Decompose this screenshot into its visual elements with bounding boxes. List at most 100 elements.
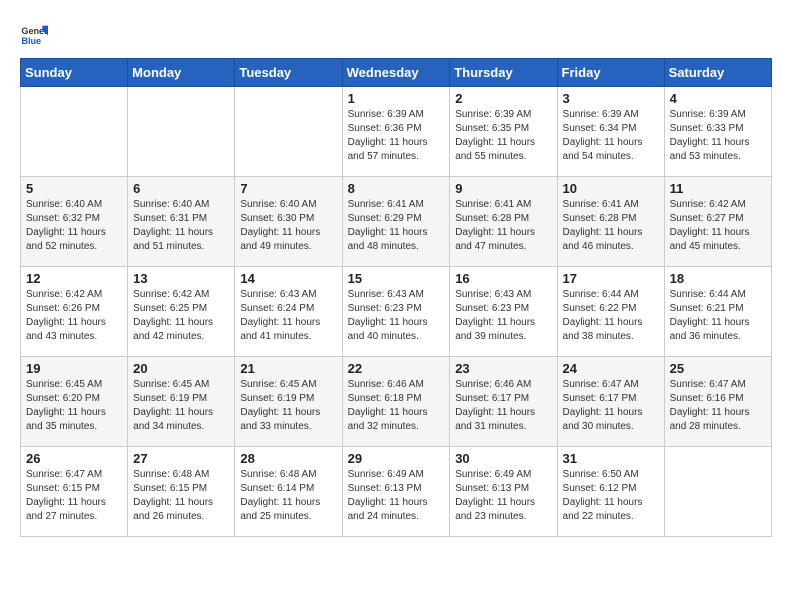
calendar-cell-25: 25Sunrise: 6:47 AM Sunset: 6:16 PM Dayli… — [664, 357, 771, 447]
day-number: 6 — [133, 181, 229, 196]
day-number: 30 — [455, 451, 551, 466]
svg-text:Blue: Blue — [21, 36, 41, 46]
day-number: 24 — [563, 361, 659, 376]
day-info: Sunrise: 6:47 AM Sunset: 6:15 PM Dayligh… — [26, 468, 122, 524]
day-number: 25 — [670, 361, 766, 376]
calendar-header-sunday: Sunday — [21, 59, 128, 87]
calendar-cell-30: 30Sunrise: 6:49 AM Sunset: 6:13 PM Dayli… — [450, 447, 557, 537]
calendar-cell-empty — [235, 87, 342, 177]
calendar-cell-16: 16 Sunrise: 6:43 AM Sunset: 6:23 PM Dayli… — [450, 267, 557, 357]
page-header: General Blue — [20, 20, 772, 48]
day-number: 10 — [563, 181, 659, 196]
day-info: Sunrise: 6:44 AM Sunset: 6:22 PM Dayligh… — [563, 288, 659, 344]
day-number: 19 — [26, 361, 122, 376]
day-info: Sunrise: 6:43 AM Sunset: 6:23 PM Dayligh… — [455, 288, 551, 344]
calendar-cell-7: 7 Sunrise: 6:40 AM Sunset: 6:30 PM Daylig… — [235, 177, 342, 267]
calendar-cell-27: 27 Sunrise: 6:48 AM Sunset: 6:15 PM Dayli… — [128, 447, 235, 537]
day-info: Sunrise: 6:47 AM Sunset: 6:17 PM Dayligh… — [563, 378, 659, 434]
calendar-cell-10: 10Sunrise: 6:41 AM Sunset: 6:28 PM Dayli… — [557, 177, 664, 267]
day-info: Sunrise: 6:42 AM Sunset: 6:27 PM Dayligh… — [670, 198, 766, 254]
calendar-cell-11: 11 Sunrise: 6:42 AM Sunset: 6:27 PM Dayli… — [664, 177, 771, 267]
calendar-cell-4: 4 Sunrise: 6:39 AM Sunset: 6:33 PM Daylig… — [664, 87, 771, 177]
day-number: 27 — [133, 451, 229, 466]
calendar-cell-23: 23Sunrise: 6:46 AM Sunset: 6:17 PM Dayli… — [450, 357, 557, 447]
calendar-cell-9: 9 Sunrise: 6:41 AM Sunset: 6:28 PM Daylig… — [450, 177, 557, 267]
day-number: 11 — [670, 181, 766, 196]
day-info: Sunrise: 6:39 AM Sunset: 6:35 PM Dayligh… — [455, 108, 551, 164]
day-number: 16 — [455, 271, 551, 286]
calendar-cell-5: 5Sunrise: 6:40 AM Sunset: 6:32 PM Daylig… — [21, 177, 128, 267]
day-info: Sunrise: 6:48 AM Sunset: 6:14 PM Dayligh… — [240, 468, 336, 524]
day-info: Sunrise: 6:45 AM Sunset: 6:19 PM Dayligh… — [240, 378, 336, 434]
day-info: Sunrise: 6:46 AM Sunset: 6:18 PM Dayligh… — [348, 378, 445, 434]
calendar-cell-17: 17 Sunrise: 6:44 AM Sunset: 6:22 PM Dayli… — [557, 267, 664, 357]
day-info: Sunrise: 6:43 AM Sunset: 6:23 PM Dayligh… — [348, 288, 445, 344]
day-number: 9 — [455, 181, 551, 196]
calendar-cell-12: 12 Sunrise: 6:42 AM Sunset: 6:26 PM Dayli… — [21, 267, 128, 357]
calendar-cell-26: 26 Sunrise: 6:47 AM Sunset: 6:15 PM Dayli… — [21, 447, 128, 537]
calendar-cell-20: 20Sunrise: 6:45 AM Sunset: 6:19 PM Dayli… — [128, 357, 235, 447]
calendar-header-tuesday: Tuesday — [235, 59, 342, 87]
day-info: Sunrise: 6:45 AM Sunset: 6:20 PM Dayligh… — [26, 378, 122, 434]
day-number: 20 — [133, 361, 229, 376]
calendar-cell-empty — [21, 87, 128, 177]
day-info: Sunrise: 6:39 AM Sunset: 6:36 PM Dayligh… — [348, 108, 445, 164]
calendar-cell-empty — [664, 447, 771, 537]
day-number: 21 — [240, 361, 336, 376]
calendar-cell-31: 31Sunrise: 6:50 AM Sunset: 6:12 PM Dayli… — [557, 447, 664, 537]
calendar-table: SundayMondayTuesdayWednesdayThursdayFrid… — [20, 58, 772, 537]
day-number: 29 — [348, 451, 445, 466]
calendar-cell-28: 28 Sunrise: 6:48 AM Sunset: 6:14 PM Dayli… — [235, 447, 342, 537]
day-info: Sunrise: 6:40 AM Sunset: 6:31 PM Dayligh… — [133, 198, 229, 254]
calendar-cell-2: 2 Sunrise: 6:39 AM Sunset: 6:35 PM Daylig… — [450, 87, 557, 177]
calendar-cell-24: 24 Sunrise: 6:47 AM Sunset: 6:17 PM Dayli… — [557, 357, 664, 447]
day-number: 13 — [133, 271, 229, 286]
calendar-header-friday: Friday — [557, 59, 664, 87]
calendar-week-4: 19 Sunrise: 6:45 AM Sunset: 6:20 PM Dayli… — [21, 357, 772, 447]
day-number: 12 — [26, 271, 122, 286]
day-number: 26 — [26, 451, 122, 466]
calendar-header-monday: Monday — [128, 59, 235, 87]
day-info: Sunrise: 6:40 AM Sunset: 6:30 PM Dayligh… — [240, 198, 336, 254]
logo: General Blue — [20, 20, 52, 48]
calendar-cell-3: 3 Sunrise: 6:39 AM Sunset: 6:34 PM Daylig… — [557, 87, 664, 177]
calendar-header-row: SundayMondayTuesdayWednesdayThursdayFrid… — [21, 59, 772, 87]
calendar-header-thursday: Thursday — [450, 59, 557, 87]
calendar-cell-8: 8Sunrise: 6:41 AM Sunset: 6:29 PM Daylig… — [342, 177, 450, 267]
day-info: Sunrise: 6:42 AM Sunset: 6:25 PM Dayligh… — [133, 288, 229, 344]
day-number: 23 — [455, 361, 551, 376]
calendar-cell-13: 13 Sunrise: 6:42 AM Sunset: 6:25 PM Dayli… — [128, 267, 235, 357]
calendar-cell-22: 22 Sunrise: 6:46 AM Sunset: 6:18 PM Dayli… — [342, 357, 450, 447]
day-number: 5 — [26, 181, 122, 196]
calendar-cell-14: 14Sunrise: 6:43 AM Sunset: 6:24 PM Dayli… — [235, 267, 342, 357]
day-info: Sunrise: 6:42 AM Sunset: 6:26 PM Dayligh… — [26, 288, 122, 344]
day-number: 28 — [240, 451, 336, 466]
day-info: Sunrise: 6:39 AM Sunset: 6:34 PM Dayligh… — [563, 108, 659, 164]
calendar-week-1: 1Sunrise: 6:39 AM Sunset: 6:36 PM Daylig… — [21, 87, 772, 177]
day-number: 3 — [563, 91, 659, 106]
day-number: 17 — [563, 271, 659, 286]
day-number: 4 — [670, 91, 766, 106]
day-number: 7 — [240, 181, 336, 196]
day-info: Sunrise: 6:39 AM Sunset: 6:33 PM Dayligh… — [670, 108, 766, 164]
day-number: 2 — [455, 91, 551, 106]
day-info: Sunrise: 6:49 AM Sunset: 6:13 PM Dayligh… — [348, 468, 445, 524]
calendar-header-saturday: Saturday — [664, 59, 771, 87]
calendar-header-wednesday: Wednesday — [342, 59, 450, 87]
day-number: 18 — [670, 271, 766, 286]
day-info: Sunrise: 6:41 AM Sunset: 6:28 PM Dayligh… — [455, 198, 551, 254]
day-info: Sunrise: 6:43 AM Sunset: 6:24 PM Dayligh… — [240, 288, 336, 344]
calendar-week-3: 12 Sunrise: 6:42 AM Sunset: 6:26 PM Dayli… — [21, 267, 772, 357]
day-info: Sunrise: 6:48 AM Sunset: 6:15 PM Dayligh… — [133, 468, 229, 524]
calendar-cell-15: 15 Sunrise: 6:43 AM Sunset: 6:23 PM Dayli… — [342, 267, 450, 357]
day-info: Sunrise: 6:50 AM Sunset: 6:12 PM Dayligh… — [563, 468, 659, 524]
calendar-cell-29: 29 Sunrise: 6:49 AM Sunset: 6:13 PM Dayli… — [342, 447, 450, 537]
calendar-week-2: 5Sunrise: 6:40 AM Sunset: 6:32 PM Daylig… — [21, 177, 772, 267]
day-number: 22 — [348, 361, 445, 376]
day-info: Sunrise: 6:44 AM Sunset: 6:21 PM Dayligh… — [670, 288, 766, 344]
day-number: 8 — [348, 181, 445, 196]
day-number: 15 — [348, 271, 445, 286]
calendar-cell-19: 19 Sunrise: 6:45 AM Sunset: 6:20 PM Dayli… — [21, 357, 128, 447]
calendar-cell-21: 21 Sunrise: 6:45 AM Sunset: 6:19 PM Dayli… — [235, 357, 342, 447]
calendar-cell-18: 18 Sunrise: 6:44 AM Sunset: 6:21 PM Dayli… — [664, 267, 771, 357]
